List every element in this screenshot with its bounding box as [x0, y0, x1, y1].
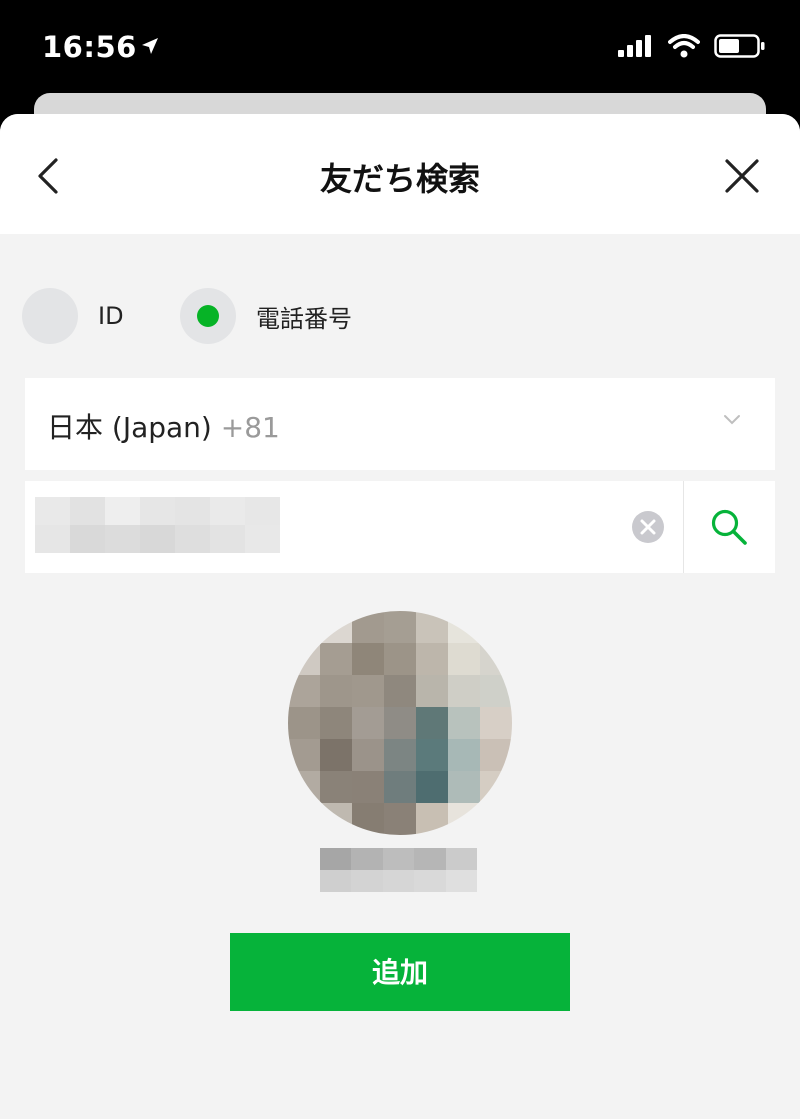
- country-label: 日本 (Japan) +81: [47, 406, 280, 446]
- radio-option-phone[interactable]: 電話番号: [180, 288, 352, 344]
- status-time: 16:56: [42, 30, 137, 64]
- search-icon[interactable]: [709, 507, 749, 547]
- cellular-signal-icon: [618, 35, 651, 57]
- avatar: [288, 611, 512, 835]
- chevron-down-icon: [724, 415, 740, 425]
- search-type-radio-group: ID 電話番号: [22, 288, 782, 344]
- search-divider: [683, 481, 684, 573]
- battery-icon: [714, 34, 765, 58]
- location-arrow-icon: [142, 38, 158, 54]
- add-friend-button[interactable]: 追加: [230, 933, 570, 1011]
- radio-label-phone: 電話番号: [256, 304, 352, 333]
- country-name: 日本 (Japan): [47, 411, 212, 444]
- radio-option-id[interactable]: ID: [22, 288, 124, 344]
- country-code: +81: [220, 411, 280, 444]
- status-icons: [618, 34, 766, 58]
- friend-search-sheet: 友だち検索 ID 電話番号 日本 (Japan) +81 追加: [0, 114, 800, 1119]
- wifi-icon: [668, 34, 700, 58]
- phone-number-input[interactable]: [35, 495, 615, 559]
- nav-bar: 友だち検索: [0, 114, 800, 234]
- radio-label-id: ID: [98, 302, 124, 330]
- country-select[interactable]: 日本 (Japan) +81: [25, 378, 775, 470]
- clear-circle-icon[interactable]: [631, 510, 665, 544]
- phone-search-row: [25, 481, 775, 573]
- radio-selected-dot: [197, 305, 219, 327]
- radio-button[interactable]: [180, 288, 236, 344]
- status-bar: 16:56: [0, 0, 800, 100]
- close-icon[interactable]: [722, 156, 762, 196]
- obscured-profile-name: [320, 848, 477, 892]
- radio-button[interactable]: [22, 288, 78, 344]
- obscured-phone-number: [35, 497, 280, 553]
- page-title: 友だち検索: [319, 160, 480, 198]
